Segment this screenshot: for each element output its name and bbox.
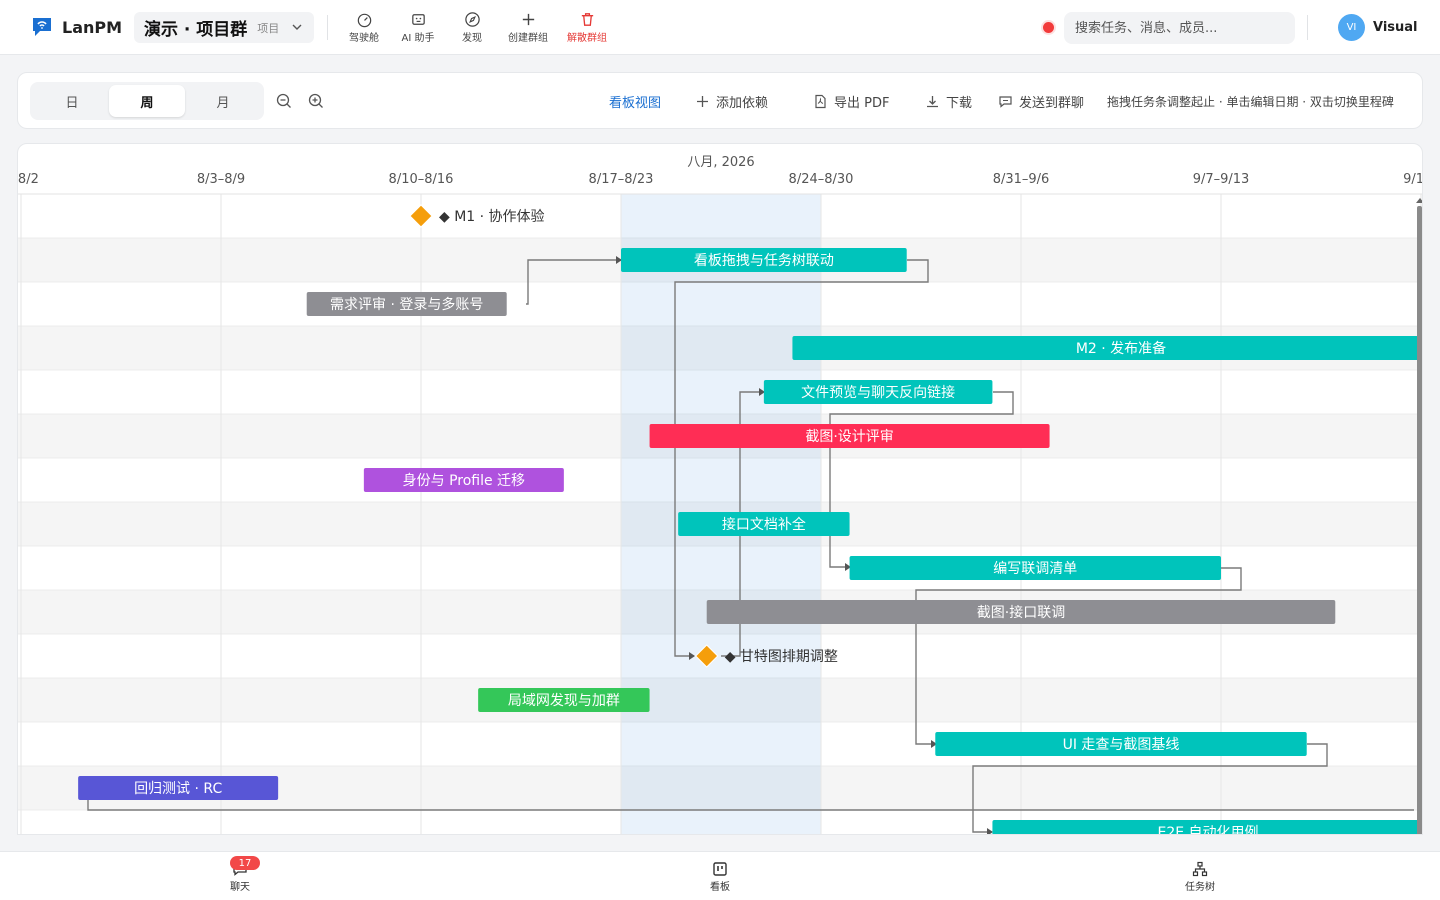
user-menu[interactable]: VI Visual <box>1338 14 1418 41</box>
week-label: 8/17–8/23 <box>589 172 654 187</box>
tree-icon <box>1192 861 1208 877</box>
add-dependency-button[interactable]: 添加依赖 <box>695 92 768 111</box>
week-label: 9/7–9/13 <box>1193 172 1250 187</box>
add-dependency-label: 添加依赖 <box>716 96 769 111</box>
view-scale-switch: 日 周 月 <box>30 82 264 120</box>
week-label: 8/24–8/30 <box>789 172 854 187</box>
zoom-in-icon[interactable] <box>307 92 325 110</box>
week-label: 8/10–8/16 <box>389 172 454 187</box>
gantt-toolbar: 日 周 月 看板视图 添加依赖 导出 PDF 下载 发送到群聊 拖拽任务条调整起… <box>17 72 1423 129</box>
usage-hint: 拖拽任务条调整起止 · 单击编辑日期 · 双击切换里程碑 <box>1107 95 1394 109</box>
plus-icon <box>522 13 534 26</box>
task-bar-label: 身份与 Profile 迁移 <box>403 473 525 489</box>
ai-assistant-button[interactable]: AI 助手 <box>388 11 448 44</box>
dissolve-group-label: 解散群组 <box>567 33 607 44</box>
unread-badge: 17 <box>230 856 260 870</box>
task-bar-label: 需求评审 · 登录与多账号 <box>330 296 483 313</box>
chat-bubble-icon <box>999 96 1012 108</box>
task-bar-label: E2E 自动化用例 <box>1157 825 1258 835</box>
project-title: 演示 · 项目群 <box>144 20 248 40</box>
dashboard-icon <box>357 13 371 28</box>
send-to-group-label: 发送到群聊 <box>1019 96 1085 111</box>
vertical-scrollbar[interactable] <box>1417 206 1422 835</box>
chat-bubble-logo-icon <box>33 18 51 36</box>
task-bar-label: 截图·接口联调 <box>977 604 1065 621</box>
week-label: 8/3–8/9 <box>197 172 245 187</box>
gantt-chart: 7–8/2 8/3–8/9 8/10–8/16 8/17–8/23 8/24–8/30 8… <box>17 143 1423 835</box>
task-bar-label: 局域网发现与加群 <box>508 693 620 709</box>
task-bar-label: 截图·设计评审 <box>805 429 893 445</box>
week-label: 8/31–9/6 <box>993 172 1050 187</box>
month-label: 八月, 2026 <box>687 155 754 170</box>
ai-assistant-label: AI 助手 <box>401 33 435 44</box>
milestone-label: ◆ 甘特图排期调整 <box>725 649 838 665</box>
trash-icon <box>581 13 593 26</box>
task-bar-label: UI 走查与截图基线 <box>1063 736 1180 753</box>
brand[interactable]: LanPM <box>30 15 122 39</box>
file-pdf-icon <box>815 94 826 109</box>
robot-icon <box>411 14 425 25</box>
download-button[interactable]: 下载 <box>925 92 972 111</box>
export-pdf-button[interactable]: 导出 PDF <box>813 92 889 111</box>
dissolve-group-button[interactable]: 解散群组 <box>557 11 617 44</box>
chevron-down-icon <box>292 24 302 30</box>
board-view-link[interactable]: 看板视图 <box>609 92 661 111</box>
download-icon <box>927 96 938 108</box>
task-bar-label: 看板拖拽与任务树联动 <box>694 253 834 269</box>
task-bar-label: M2 · 发布准备 <box>1076 340 1166 357</box>
compass-icon <box>464 12 480 27</box>
project-type-tag: 项目 <box>257 21 280 35</box>
export-pdf-label: 导出 PDF <box>834 96 890 111</box>
divider <box>1307 15 1308 40</box>
discover-button[interactable]: 发现 <box>442 11 502 44</box>
dashboard-button[interactable]: 驾驶舱 <box>334 11 394 44</box>
discover-label: 发现 <box>462 33 482 44</box>
project-selector[interactable]: 演示 · 项目群 项目 <box>134 12 314 43</box>
bottom-tab-bar: 聊天 17 看板 任务树 <box>0 851 1440 900</box>
create-group-button[interactable]: 创建群组 <box>498 11 558 44</box>
board-view-label: 看板视图 <box>609 96 662 111</box>
zoom-out-icon[interactable] <box>275 92 293 110</box>
tab-kanban[interactable]: 看板 <box>690 861 750 893</box>
avatar: VI <box>1338 14 1365 41</box>
tab-kanban-label: 看板 <box>710 882 730 893</box>
recording-indicator <box>1043 22 1054 33</box>
scale-day-option[interactable]: 日 <box>34 85 110 117</box>
task-bar-label: 回归测试 · RC <box>134 780 222 797</box>
scale-week-option[interactable]: 周 <box>109 85 185 117</box>
send-to-group-button[interactable]: 发送到群聊 <box>998 92 1084 111</box>
app-name: LanPM <box>62 17 123 37</box>
week-label: 7–8/2 <box>18 172 39 187</box>
plus-icon <box>697 96 708 107</box>
tab-chat-label: 聊天 <box>230 882 250 893</box>
gantt-canvas: 7–8/2 8/3–8/9 8/10–8/16 8/17–8/23 8/24–8/30 8… <box>18 155 1423 835</box>
divider <box>327 15 328 40</box>
task-bar-label: 接口文档补全 <box>722 516 806 533</box>
week-label: 9/14– <box>1403 172 1423 187</box>
user-name: Visual <box>1373 20 1418 35</box>
task-bar-label: 文件预览与聊天反向链接 <box>801 384 955 401</box>
dashboard-label: 驾驶舱 <box>349 33 379 44</box>
search-input[interactable] <box>1064 12 1295 44</box>
create-group-label: 创建群组 <box>508 33 548 44</box>
tab-task-tree[interactable]: 任务树 <box>1170 861 1230 893</box>
download-label: 下载 <box>946 96 973 111</box>
scale-month-option[interactable]: 月 <box>185 85 261 117</box>
task-bar-label: 编写联调清单 <box>993 561 1077 577</box>
top-header: LanPM 演示 · 项目群 项目 驾驶舱 AI 助手 发现 创建群组 解散群组… <box>0 0 1440 55</box>
kanban-icon <box>713 862 727 876</box>
milestone-label: ◆ M1 · 协作体验 <box>439 209 545 225</box>
tab-task-tree-label: 任务树 <box>1185 882 1215 893</box>
